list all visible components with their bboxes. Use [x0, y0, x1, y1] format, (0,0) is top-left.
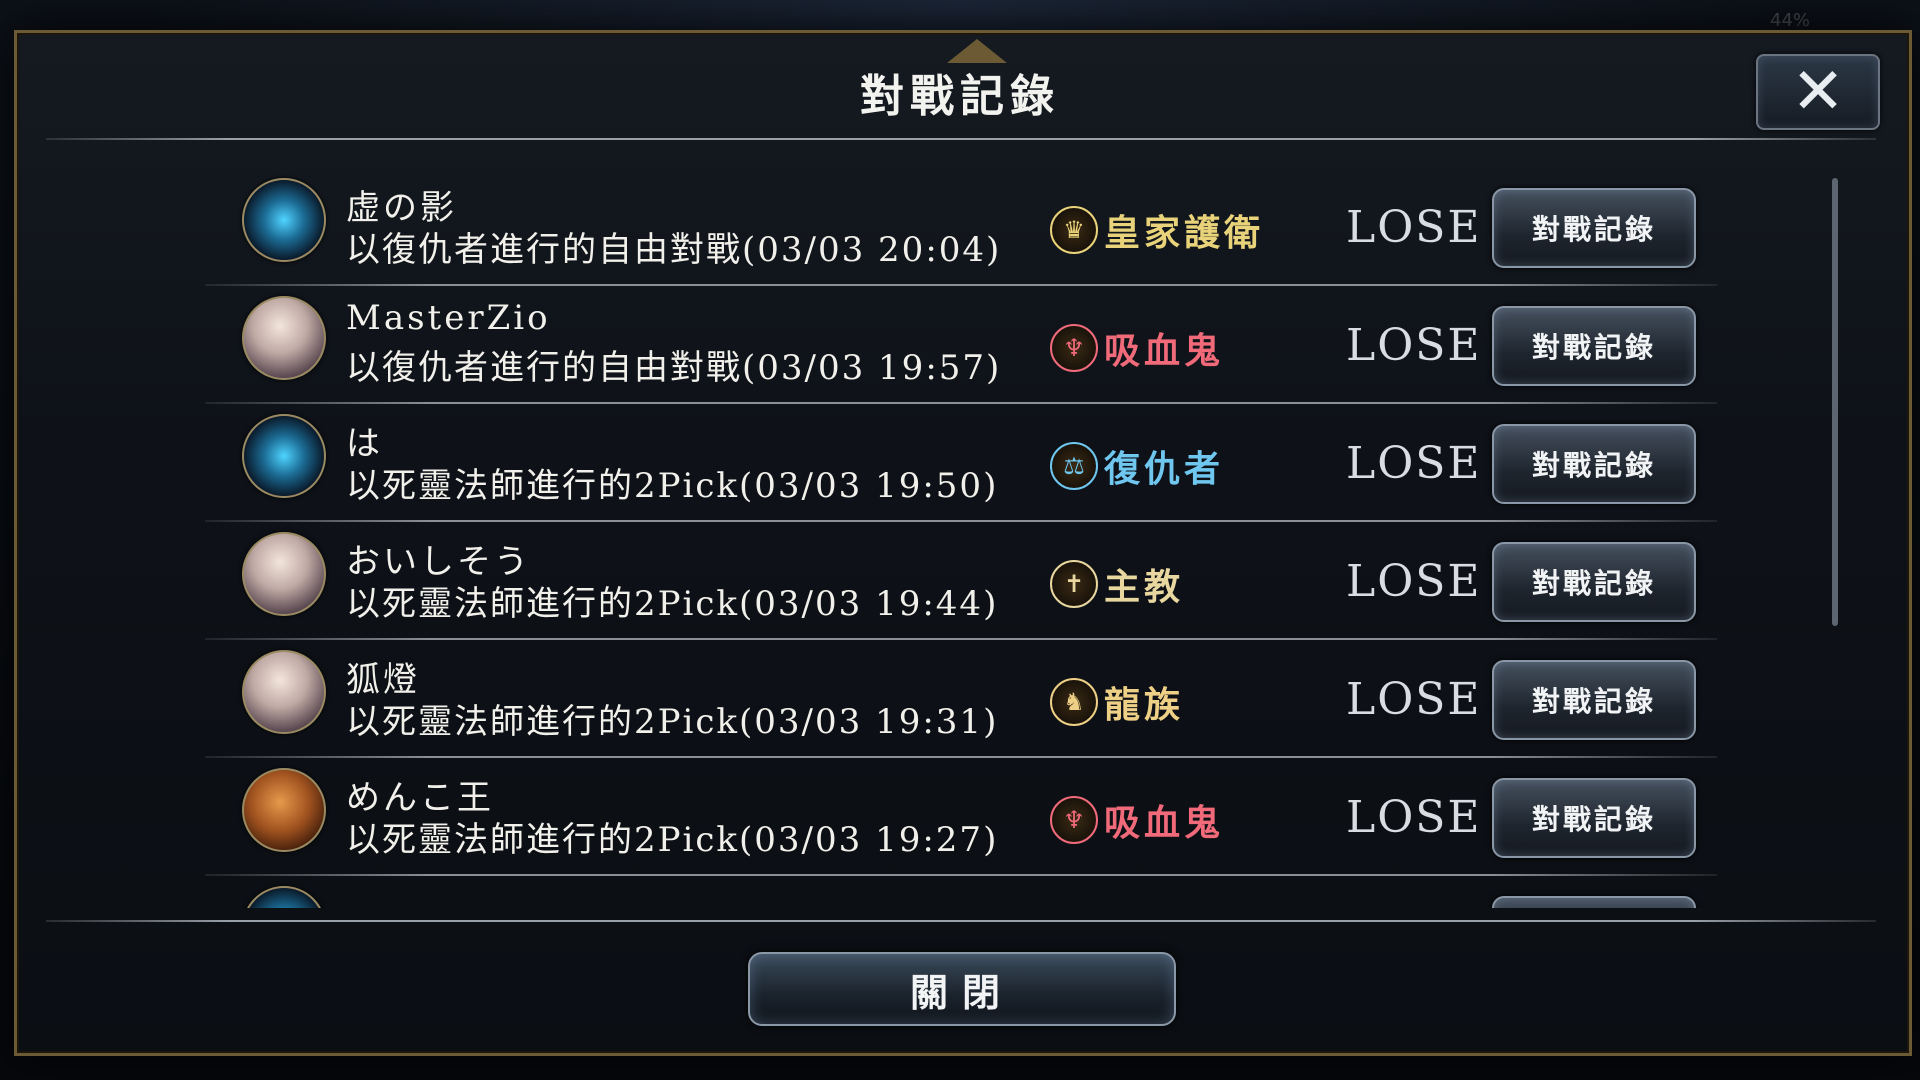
view-battle-log-button[interactable]: 對戰記錄 — [1492, 306, 1696, 386]
opponent-class-label: 吸血鬼 — [1104, 802, 1225, 844]
battle-record-row-partial — [0, 876, 1920, 908]
fang-icon: ♆ — [1050, 324, 1098, 372]
match-result: LOSE — [1346, 438, 1482, 489]
close-x-button[interactable]: ✕ — [1756, 54, 1880, 130]
match-description: 以死靈法師進行的2Pick(03/03 19:31) — [346, 702, 999, 742]
battle-record-row: 虚の影 以復仇者進行的自由對戰(03/03 20:04) ♛ 皇家護衛 LOSE 對戰記錄 — [0, 168, 1920, 286]
match-result: LOSE — [1346, 674, 1482, 725]
fang-icon: ♆ — [1050, 796, 1098, 844]
view-battle-log-button[interactable]: 對戰記錄 — [1492, 778, 1696, 858]
match-result: LOSE — [1346, 556, 1482, 607]
battle-record-row: おいしそう 以死靈法師進行的2Pick(03/03 19:44) ✝ 主教 LOSE 對戰… — [0, 522, 1920, 640]
title-divider — [46, 138, 1876, 140]
opponent-class-label: 復仇者 — [1104, 448, 1225, 490]
view-battle-log-button[interactable]: 對戰記錄 — [1492, 542, 1696, 622]
opponent-class-label: 皇家護衛 — [1104, 212, 1265, 254]
player-avatar — [242, 296, 326, 380]
player-avatar — [242, 650, 326, 734]
crown-icon: ♛ — [1050, 206, 1098, 254]
view-battle-log-button[interactable]: 對戰記錄 — [1492, 660, 1696, 740]
close-icon: ✕ — [1791, 55, 1845, 129]
scrollbar[interactable] — [1832, 178, 1838, 626]
opponent-class-label: 龍族 — [1104, 684, 1185, 726]
view-battle-log-button[interactable] — [1492, 896, 1696, 908]
dragon-icon: ♞ — [1050, 678, 1098, 726]
scales-icon: ⚖ — [1050, 442, 1098, 490]
player-name: MasterZio — [346, 298, 551, 338]
battle-record-row: は以死靈法師進行的2Pick(03/03 19:50) ⚖ 復仇者 LOSE 對戰記錄 — [0, 404, 1920, 522]
player-avatar — [242, 532, 326, 616]
player-avatar — [242, 886, 326, 908]
player-avatar — [242, 414, 326, 498]
modal-title: 對戰記錄 — [860, 71, 1060, 122]
match-description: 以復仇者進行的自由對戰(03/03 20:04) — [346, 230, 1002, 270]
match-description: 以死靈法師進行的2Pick(03/03 19:27) — [346, 820, 999, 860]
match-result: LOSE — [1346, 792, 1482, 843]
opponent-class-label: 吸血鬼 — [1104, 330, 1225, 372]
view-battle-log-button[interactable]: 對戰記錄 — [1492, 424, 1696, 504]
player-avatar — [242, 768, 326, 852]
match-description: 以死靈法師進行的2Pick(03/03 19:44) — [346, 584, 999, 624]
match-result: LOSE — [1346, 202, 1482, 253]
battle-record-list[interactable]: 虚の影 以復仇者進行的自由對戰(03/03 20:04) ♛ 皇家護衛 LOSE 對戰記錄… — [0, 168, 1920, 908]
view-battle-log-button[interactable]: 對戰記錄 — [1492, 188, 1696, 268]
match-description: 以死靈法師進行的2Pick(03/03 19:50) — [346, 466, 999, 506]
wings-icon: ✝ — [1050, 560, 1098, 608]
match-result: LOSE — [1346, 320, 1482, 371]
player-avatar — [242, 178, 326, 262]
close-button[interactable]: 關閉 — [748, 952, 1176, 1026]
battle-record-row: MasterZio 以復仇者進行的自由對戰(03/03 19:57) ♆ 吸血鬼 LOS… — [0, 286, 1920, 404]
bottom-divider — [46, 920, 1876, 922]
battery-status: 44% — [1770, 10, 1811, 31]
match-description: 以復仇者進行的自由對戰(03/03 19:57) — [346, 348, 1002, 388]
battle-record-row: めんこ王 以死靈法師進行的2Pick(03/03 19:27) ♆ 吸血鬼 LOSE 對戰… — [0, 758, 1920, 876]
opponent-class-label: 主教 — [1104, 566, 1185, 608]
battle-record-row: 狐燈 以死靈法師進行的2Pick(03/03 19:31) ♞ 龍族 LOSE 對戰記錄 — [0, 640, 1920, 758]
